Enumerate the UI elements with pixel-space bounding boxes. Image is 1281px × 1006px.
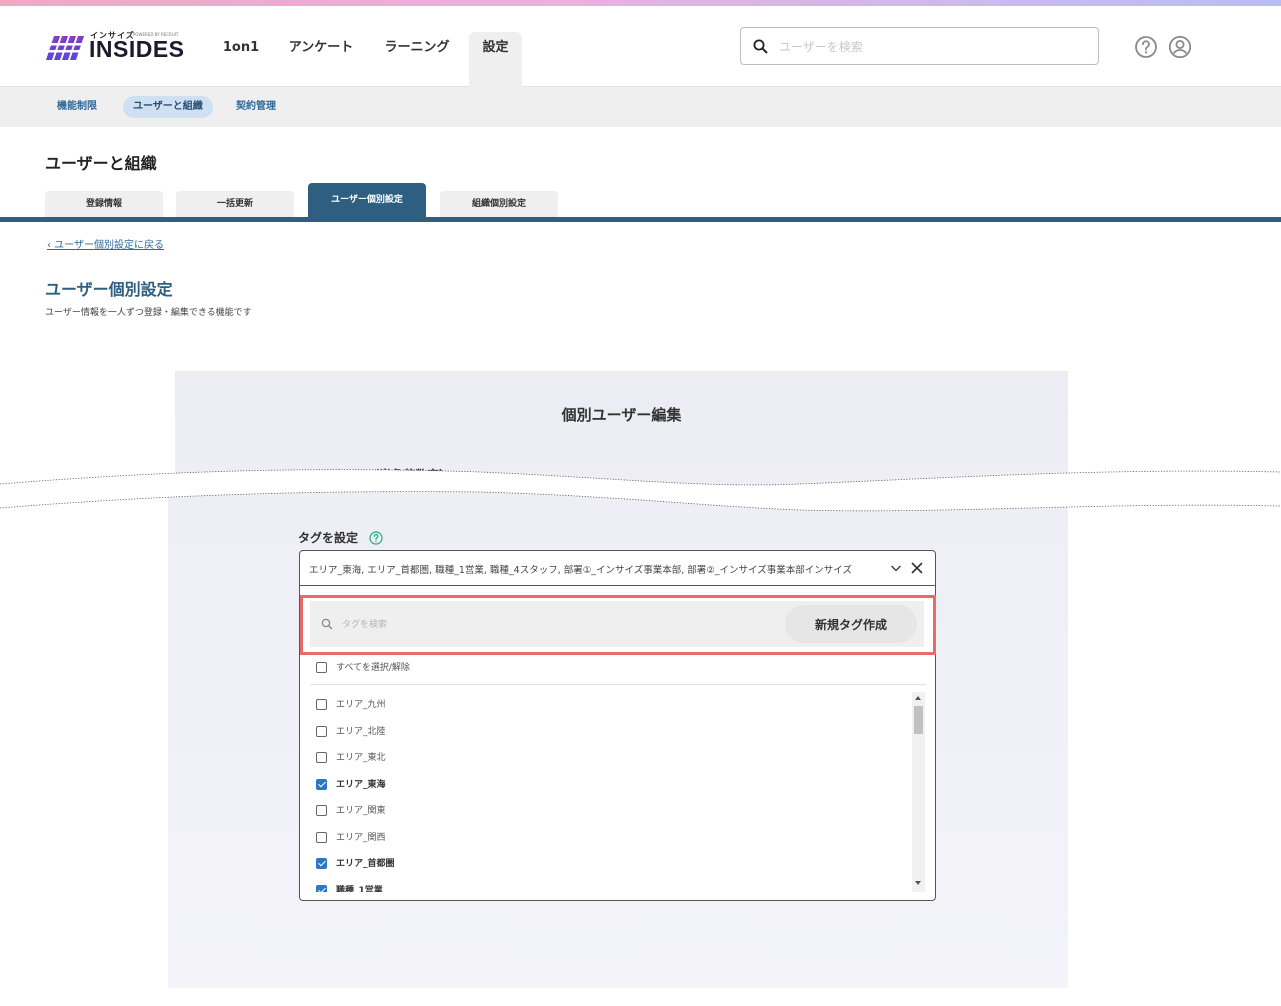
select-all-label: すべてを選択/解除: [336, 663, 410, 673]
highlight-annotation-box: [300, 595, 936, 655]
tab-underline: [0, 217, 1281, 222]
tag-setting-label: タグを設定: [298, 531, 359, 545]
selected-tags-text: エリア_東海, エリア_首都圏, 職種_1営業, 職種_4スタッフ, 部署①_イ…: [309, 565, 852, 576]
tag-options-list: エリア_九州 エリア_北陸 エリア_東北 エリア_東海 エリア_関東 エリア_関…: [310, 692, 912, 892]
subnav-users-and-orgs[interactable]: ユーザーと組織: [123, 96, 213, 118]
chevron-down-icon[interactable]: [890, 562, 902, 574]
app-header: インサイズ POWERED BY RECRUIT INSIDES 1on1 アン…: [0, 6, 1281, 90]
tag-option-checkbox[interactable]: [316, 805, 327, 816]
nav-learning[interactable]: ラーニング: [378, 32, 456, 90]
tag-option-label: エリア_首都圏: [336, 859, 395, 869]
clear-selection-icon[interactable]: [910, 561, 924, 575]
panel-title: 個別ユーザー編集: [561, 406, 682, 424]
user-search-box[interactable]: [740, 27, 1099, 65]
tag-option-label: エリア_九州: [336, 700, 386, 710]
select-all-checkbox[interactable]: [316, 662, 327, 673]
tag-option-checkbox[interactable]: [316, 699, 327, 710]
back-link[interactable]: ‹ ユーザー個別設定に戻る: [47, 236, 164, 251]
options-divider: [310, 684, 926, 685]
tab-org-individual-settings[interactable]: 組織個別設定: [440, 191, 558, 217]
settings-subnav: 機能制限 ユーザーと組織 契約管理: [0, 87, 1281, 127]
tag-option-label: エリア_関東: [336, 806, 386, 816]
user-account-icon[interactable]: [1168, 35, 1192, 59]
nav-survey[interactable]: アンケート: [282, 32, 360, 90]
tab-registration-info[interactable]: 登録情報: [45, 191, 163, 217]
tag-option-label: エリア_東北: [336, 753, 386, 763]
tag-option-checkbox[interactable]: [316, 752, 327, 763]
search-icon: [753, 39, 768, 54]
nav-settings[interactable]: 設定: [469, 32, 522, 90]
tag-option-label: エリア_東海: [336, 780, 386, 790]
insides-logo[interactable]: インサイズ POWERED BY RECRUIT INSIDES: [46, 30, 196, 66]
tab-bulk-update[interactable]: 一括更新: [176, 191, 294, 217]
tag-option-label: 職種_1営業: [336, 886, 383, 892]
tag-option-checkbox-checked[interactable]: [316, 885, 327, 892]
logo-text: INSIDES: [89, 36, 185, 62]
tag-option-checkbox[interactable]: [316, 726, 327, 737]
omission-wave-divider: [0, 469, 1281, 512]
nav-1on1[interactable]: 1on1: [218, 32, 264, 90]
subnav-contract[interactable]: 契約管理: [226, 96, 286, 118]
scroll-thumb[interactable]: [914, 706, 923, 734]
subnav-feature-limits[interactable]: 機能制限: [47, 96, 107, 118]
tag-option-checkbox-checked[interactable]: [316, 779, 327, 790]
tag-option-checkbox[interactable]: [316, 832, 327, 843]
tag-multiselect[interactable]: エリア_東海, エリア_首都圏, 職種_1営業, 職種_4スタッフ, 部署①_イ…: [299, 550, 936, 586]
section-description: ユーザー情報を一人ずつ登録・編集できる機能です: [45, 308, 252, 318]
tag-option-label: エリア_北陸: [336, 727, 386, 737]
tab-user-individual-settings[interactable]: ユーザー個別設定: [308, 183, 426, 217]
scroll-up-arrow-icon[interactable]: [915, 696, 921, 700]
section-title: ユーザー個別設定: [45, 280, 173, 299]
logo-mark-icon: [46, 36, 84, 60]
page-title: ユーザーと組織: [45, 154, 157, 173]
user-search-input[interactable]: [777, 36, 1081, 58]
tag-option-label: エリア_関西: [336, 833, 386, 843]
tag-help-icon[interactable]: [369, 531, 383, 545]
tag-option-checkbox-checked[interactable]: [316, 858, 327, 869]
scroll-down-arrow-icon[interactable]: [915, 881, 921, 885]
options-scrollbar[interactable]: [912, 692, 925, 892]
help-icon[interactable]: [1134, 35, 1158, 59]
